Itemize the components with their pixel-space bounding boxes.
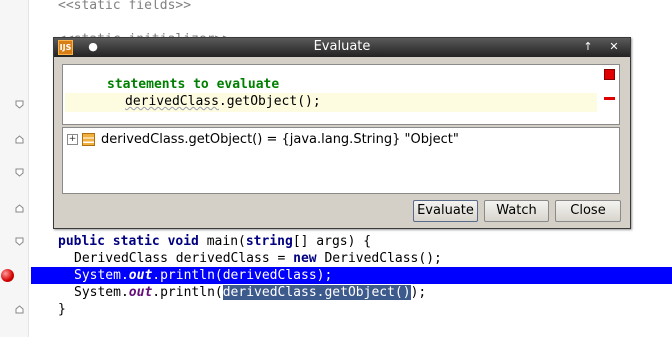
code-line-static-fields: <<static fields>> <box>58 0 192 13</box>
code-text: DerivedClass derivedClass = <box>74 251 294 266</box>
fold-marker-icon[interactable] <box>15 237 24 246</box>
code-text: ); <box>410 285 427 300</box>
keyword: new <box>293 251 317 266</box>
maximize-icon[interactable]: ↑ <box>581 40 595 54</box>
code-text: .println(derivedClass); <box>152 268 333 283</box>
field-ref: out <box>128 285 153 300</box>
expand-icon[interactable]: + <box>67 134 78 145</box>
breakpoint-icon[interactable] <box>1 269 14 282</box>
error-stripe-icon[interactable] <box>604 97 615 100</box>
statements-editor[interactable]: statements to evaluate derivedClass.getO… <box>62 64 620 125</box>
result-tree[interactable]: + derivedClass.getObject() = {java.lang.S… <box>62 127 620 194</box>
params: [] args) { <box>292 234 372 249</box>
code-text: DerivedClass(); <box>316 251 442 266</box>
result-tree-row[interactable]: + derivedClass.getObject() = {java.lang.S… <box>67 132 459 148</box>
fold-marker-icon[interactable] <box>15 305 24 314</box>
evaluate-button[interactable]: Evaluate <box>413 200 478 222</box>
dialog-titlebar[interactable]: IJS ● Evaluate ↑ ✕ <box>54 38 630 57</box>
statement-rest: .getObject(); <box>218 94 321 109</box>
fold-marker-icon[interactable] <box>15 168 24 177</box>
evaluate-dialog: IJS ● Evaluate ↑ ✕ statements to evaluat… <box>53 37 631 229</box>
editor-gutter[interactable] <box>0 0 29 337</box>
fold-marker-icon[interactable] <box>15 100 24 109</box>
field-ref: out <box>128 268 153 283</box>
code-line-print-2: System.out.println(derivedClass.getObjec… <box>74 284 426 301</box>
statements-label: statements to evaluate <box>107 77 280 92</box>
close-icon[interactable]: ✕ <box>607 40 621 54</box>
keyword: string <box>245 234 293 249</box>
watch-button[interactable]: Watch <box>484 200 549 222</box>
code-text: System. <box>74 285 129 300</box>
code-line-close-brace: } <box>58 302 66 317</box>
code-line-declaration: DerivedClass derivedClass = new DerivedC… <box>74 250 442 267</box>
code-text: System. <box>74 268 129 283</box>
result-value: derivedClass.getObject() = {java.lang.St… <box>101 132 459 147</box>
code-text: .println( <box>152 285 223 300</box>
method-name: main( <box>198 234 246 249</box>
fold-marker-icon[interactable] <box>15 135 24 144</box>
statement-input[interactable]: derivedClass.getObject(); <box>125 94 321 109</box>
code-line-print-1: System.out.println(derivedClass); <box>74 267 332 284</box>
statement-identifier: derivedClass <box>125 94 219 109</box>
keyword: public static void <box>58 234 199 249</box>
selected-expression[interactable]: derivedClass.getObject() <box>222 285 411 300</box>
statement-current-line[interactable]: derivedClass.getObject(); <box>65 93 597 112</box>
error-status-icon[interactable] <box>604 69 615 80</box>
fold-marker-icon[interactable] <box>15 204 24 213</box>
dialog-title: Evaluate <box>313 39 371 54</box>
code-line-main-signature: public static void main(string[] args) { <box>58 233 371 250</box>
value-icon <box>82 133 95 146</box>
breakpoint-line-highlight: System.out.println(derivedClass); <box>31 267 672 284</box>
close-button[interactable]: Close <box>555 200 621 222</box>
